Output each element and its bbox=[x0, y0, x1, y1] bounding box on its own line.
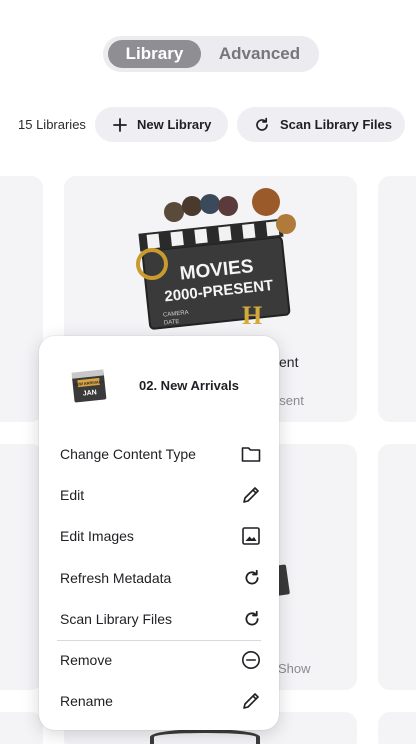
library-context-menu: NEW ARRIVALS JAN 02. New Arrivals Change… bbox=[39, 336, 279, 730]
new-library-label: New Library bbox=[137, 117, 212, 132]
minus-circle-icon bbox=[242, 651, 260, 669]
menu-item-label: Edit bbox=[60, 487, 85, 503]
menu-item-refresh-metadata[interactable]: Refresh Metadata bbox=[39, 559, 279, 597]
folder-icon bbox=[241, 447, 261, 462]
library-tab[interactable]: Library bbox=[108, 40, 201, 68]
library-card[interactable] bbox=[0, 712, 43, 744]
scan-library-files-label: Scan Library Files bbox=[280, 117, 392, 132]
menu-title: 02. New Arrivals bbox=[139, 378, 239, 393]
poster-fragment bbox=[150, 729, 260, 744]
menu-item-edit-images[interactable]: Edit Images bbox=[39, 517, 279, 555]
menu-item-change-content-type[interactable]: Change Content Type bbox=[39, 435, 279, 473]
pencil-icon bbox=[243, 487, 259, 503]
menu-item-label: Rename bbox=[60, 693, 113, 709]
new-library-button[interactable]: New Library bbox=[95, 107, 228, 142]
library-card[interactable] bbox=[378, 176, 416, 422]
menu-item-label: Refresh Metadata bbox=[60, 570, 172, 586]
refresh-icon bbox=[245, 569, 259, 585]
menu-item-remove[interactable]: Remove bbox=[39, 641, 279, 679]
library-count: 15 Libraries bbox=[18, 117, 86, 132]
menu-item-label: Remove bbox=[60, 652, 113, 668]
library-card[interactable] bbox=[378, 444, 416, 690]
menu-item-label: Scan Library Files bbox=[60, 611, 173, 627]
menu-header: NEW ARRIVALS JAN 02. New Arrivals bbox=[39, 336, 279, 432]
menu-item-rename[interactable]: Rename bbox=[39, 682, 279, 720]
thumb-line2: JAN bbox=[82, 389, 97, 397]
library-thumbnail: NEW ARRIVALS JAN bbox=[71, 369, 107, 403]
library-poster-image: MOVIES 2000-PRESENT CAMERA DATE H bbox=[136, 188, 296, 330]
menu-item-label: Change Content Type bbox=[60, 446, 196, 462]
library-card-subtitle: Show bbox=[278, 661, 311, 676]
refresh-icon bbox=[245, 610, 259, 626]
refresh-icon bbox=[256, 117, 268, 131]
menu-item-scan-library-files[interactable]: Scan Library Files bbox=[39, 600, 279, 638]
library-card[interactable] bbox=[378, 712, 416, 744]
library-card[interactable] bbox=[0, 176, 43, 422]
pencil-icon bbox=[243, 693, 259, 709]
svg-text:H: H bbox=[242, 301, 262, 330]
image-icon bbox=[242, 527, 260, 545]
advanced-tab[interactable]: Advanced bbox=[203, 40, 316, 68]
scan-library-files-button[interactable]: Scan Library Files bbox=[237, 107, 405, 142]
mode-switch: Library Advanced bbox=[103, 36, 319, 72]
menu-item-label: Edit Images bbox=[60, 528, 134, 544]
library-card[interactable] bbox=[0, 444, 43, 690]
menu-item-edit[interactable]: Edit bbox=[39, 476, 279, 514]
plus-icon bbox=[113, 117, 127, 132]
